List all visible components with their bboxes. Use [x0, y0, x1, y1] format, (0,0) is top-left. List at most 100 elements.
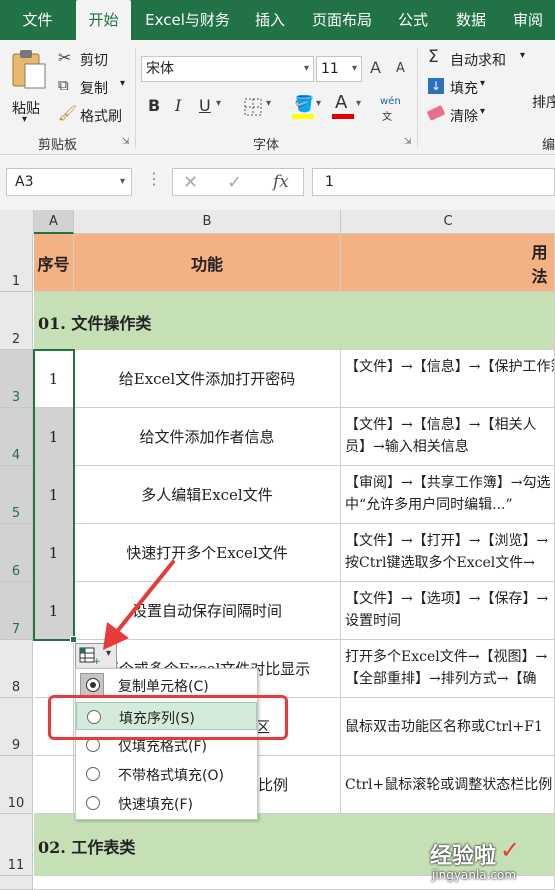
fill-color-button[interactable]: 🪣 ▾ — [292, 94, 328, 120]
row-header[interactable]: 8 — [0, 640, 33, 698]
tab-excel-finance[interactable]: Excel与财务 — [135, 0, 240, 40]
row-header[interactable]: 1 — [0, 234, 33, 292]
table-cell[interactable]: 鼠标双击功能区名称或Ctrl+F1 — [341, 698, 555, 756]
font-name-value: 宋体 — [146, 61, 174, 77]
table-cell[interactable]: Ctrl+鼠标滚轮或调整状态栏比例 — [341, 756, 555, 814]
table-cell[interactable]: 【审阅】→【共享工作簿】→勾选中“允许多用户同时编辑...” — [341, 466, 555, 524]
row-header[interactable]: 9 — [0, 698, 33, 756]
phonetic-guide-button[interactable]: wén — [380, 96, 401, 107]
sigma-icon: Σ — [428, 47, 439, 67]
radio-selected-icon — [86, 678, 100, 692]
copy-icon: ⧉ — [58, 76, 69, 94]
table-cell[interactable]: 给Excel文件添加打开密码 — [74, 350, 341, 408]
row-header[interactable]: 10 — [0, 756, 33, 814]
menu-item-copy-cells[interactable]: 复制单元格(C) — [76, 671, 257, 699]
row-header[interactable]: 6 — [0, 524, 33, 582]
column-header-b[interactable]: B — [74, 210, 341, 234]
table-cell[interactable]: 【文件】→【信息】→【相关人员】→输入相关信息 — [341, 408, 555, 466]
insert-function-icon[interactable]: fx — [273, 170, 289, 194]
italic-button[interactable]: I — [175, 96, 181, 115]
cancel-icon[interactable]: ✕ — [183, 171, 198, 195]
borders-icon[interactable] — [244, 98, 262, 116]
table-cell[interactable]: 打开多个Excel文件→【视图】→【全部重排】→排列方式→【确定】 — [341, 640, 555, 698]
bold-button[interactable]: B — [148, 96, 160, 115]
autosum-button[interactable]: Σ 自动求和 ▾ — [428, 47, 538, 70]
section-title[interactable]: 02. 工作表类 — [34, 814, 555, 876]
table-header-cell[interactable]: 功能 — [74, 234, 341, 292]
tab-home[interactable]: 开始 — [76, 0, 131, 40]
menu-item-flash-fill[interactable]: 快速填充(F) — [76, 789, 257, 817]
table-cell[interactable]: 1 — [34, 524, 74, 582]
table-cell[interactable] — [34, 640, 74, 698]
menu-item-fill-formatting-only[interactable]: 仅填充格式(F) — [76, 731, 257, 759]
row-header[interactable] — [0, 876, 33, 890]
chevron-down-icon: ▾ — [351, 63, 357, 74]
row-header[interactable]: 5 — [0, 466, 33, 524]
table-cell[interactable]: 1 — [34, 408, 74, 466]
chevron-down-icon[interactable]: ▾ — [216, 98, 221, 109]
table-cell[interactable]: 1 — [34, 350, 74, 408]
tab-file[interactable]: 文件 — [0, 0, 75, 40]
format-painter-button[interactable]: 🖌 格式刷 — [58, 104, 138, 126]
fill-handle[interactable] — [70, 636, 77, 643]
font-color-button[interactable]: A ▾ — [332, 92, 368, 120]
font-color-letter-icon: A — [335, 92, 348, 113]
table-cell[interactable]: 多人编辑Excel文件 — [74, 466, 341, 524]
chevron-down-icon: ▾ — [520, 50, 526, 61]
table-cell[interactable]: 1 — [34, 582, 74, 640]
cut-button[interactable]: ✂ 剪切 — [58, 48, 138, 70]
auto-fill-menu: 复制单元格(C) 填充序列(S) 仅填充格式(F) 不带格式填充(O) 快速填充… — [75, 668, 258, 820]
table-cell[interactable]: 设置自动保存间隔时间 — [74, 582, 341, 640]
font-name-select[interactable]: 宋体 ▾ — [141, 56, 314, 82]
sort-filter-button[interactable]: 排序 — [532, 92, 555, 112]
column-header-a[interactable]: A — [34, 210, 74, 234]
tab-page-layout[interactable]: 页面布局 — [302, 0, 382, 40]
formula-input[interactable]: 1 — [312, 168, 555, 196]
copy-button[interactable]: ⧉ 复制 ▾ — [58, 76, 138, 98]
row-header[interactable]: 2 — [0, 292, 33, 350]
name-box[interactable]: A3 ▾ — [6, 168, 132, 196]
row-header[interactable]: 3 — [0, 350, 33, 408]
shrink-font-button[interactable]: A — [396, 61, 405, 76]
table-cell[interactable]: 1 — [34, 466, 74, 524]
table-cell[interactable] — [34, 756, 74, 814]
row-header[interactable]: 7 — [0, 582, 33, 640]
column-header-c[interactable]: C — [341, 210, 555, 234]
grow-font-button[interactable]: A — [370, 58, 381, 77]
formula-bar: A3 ▾ ⋮ ✕ ✓ fx 1 — [0, 155, 555, 210]
table-header-cell[interactable]: 序号 — [34, 234, 74, 292]
auto-fill-options-button[interactable]: + ▾ — [75, 643, 117, 669]
section-title[interactable]: 01. 文件操作类 — [34, 292, 555, 350]
paste-button[interactable]: 粘贴 ▾ — [6, 48, 52, 130]
paint-bucket-icon: 🪣 — [294, 94, 314, 113]
enter-check-icon[interactable]: ✓ — [227, 171, 242, 195]
dialog-launcher-icon[interactable]: ⇲ — [122, 137, 130, 147]
more-options-icon[interactable]: ⋮ — [146, 169, 162, 188]
row-header[interactable]: 11 — [0, 814, 33, 876]
select-all-corner[interactable] — [0, 210, 34, 234]
fill-button[interactable]: ↓ 填充 ▾ — [428, 76, 508, 98]
chevron-down-icon: ▾ — [106, 648, 112, 659]
table-cell[interactable]: 【文件】→【选项】→【保存】→设置时间 — [341, 582, 555, 640]
menu-item-fill-series[interactable]: 填充序列(S) — [76, 702, 257, 730]
row-header[interactable]: 4 — [0, 408, 33, 466]
menu-item-fill-without-formatting[interactable]: 不带格式填充(O) — [76, 760, 257, 788]
table-cell[interactable] — [34, 698, 74, 756]
table-cell[interactable]: 快速打开多个Excel文件 — [74, 524, 341, 582]
underline-button[interactable]: U — [199, 96, 211, 115]
table-cell[interactable]: 【文件】→【打开】→【浏览】→按Ctrl键选取多个Excel文件→【打开】 — [341, 524, 555, 582]
font-size-select[interactable]: 11 ▾ — [316, 56, 362, 82]
column-header-row: A B C — [0, 210, 555, 234]
clear-label: 清除 — [450, 109, 478, 125]
tab-review[interactable]: 审阅 — [503, 0, 553, 40]
tab-formulas[interactable]: 公式 — [388, 0, 438, 40]
table-cell[interactable]: 【文件】→【信息】→【保护工作簿】→【用密码进行加密】 — [341, 350, 555, 408]
table-header-cell[interactable]: 用法 — [341, 234, 555, 292]
scissors-icon: ✂ — [58, 48, 72, 67]
dialog-launcher-icon[interactable]: ⇲ — [404, 137, 412, 147]
tab-insert[interactable]: 插入 — [245, 0, 295, 40]
clear-button[interactable]: 清除 ▾ — [426, 104, 508, 126]
chevron-down-icon[interactable]: ▾ — [266, 98, 271, 109]
table-cell[interactable]: 给文件添加作者信息 — [74, 408, 341, 466]
tab-data[interactable]: 数据 — [446, 0, 496, 40]
